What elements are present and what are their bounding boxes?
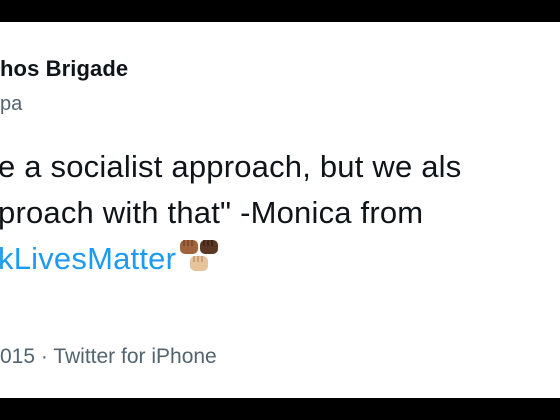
tweet-text: e a socialist approach, but we als proac… bbox=[0, 144, 461, 282]
author-handle[interactable]: pa bbox=[0, 93, 22, 116]
tweet-line-2: proach with that" -Monica from bbox=[0, 195, 424, 230]
raised-fist-icon bbox=[188, 254, 210, 274]
raised-fists-icon bbox=[178, 237, 222, 277]
tweet-line-3: kLivesMatter bbox=[0, 236, 461, 282]
author-name[interactable]: hos Brigade bbox=[0, 56, 128, 82]
tweet-line-1: e a socialist approach, but we als bbox=[0, 149, 462, 184]
tweet-timestamp-source[interactable]: 015 · Twitter for iPhone bbox=[0, 345, 217, 369]
tweet-card: hos Brigade pa e a socialist approach, b… bbox=[0, 22, 560, 398]
hashtag-link[interactable]: kLivesMatter bbox=[0, 241, 176, 276]
